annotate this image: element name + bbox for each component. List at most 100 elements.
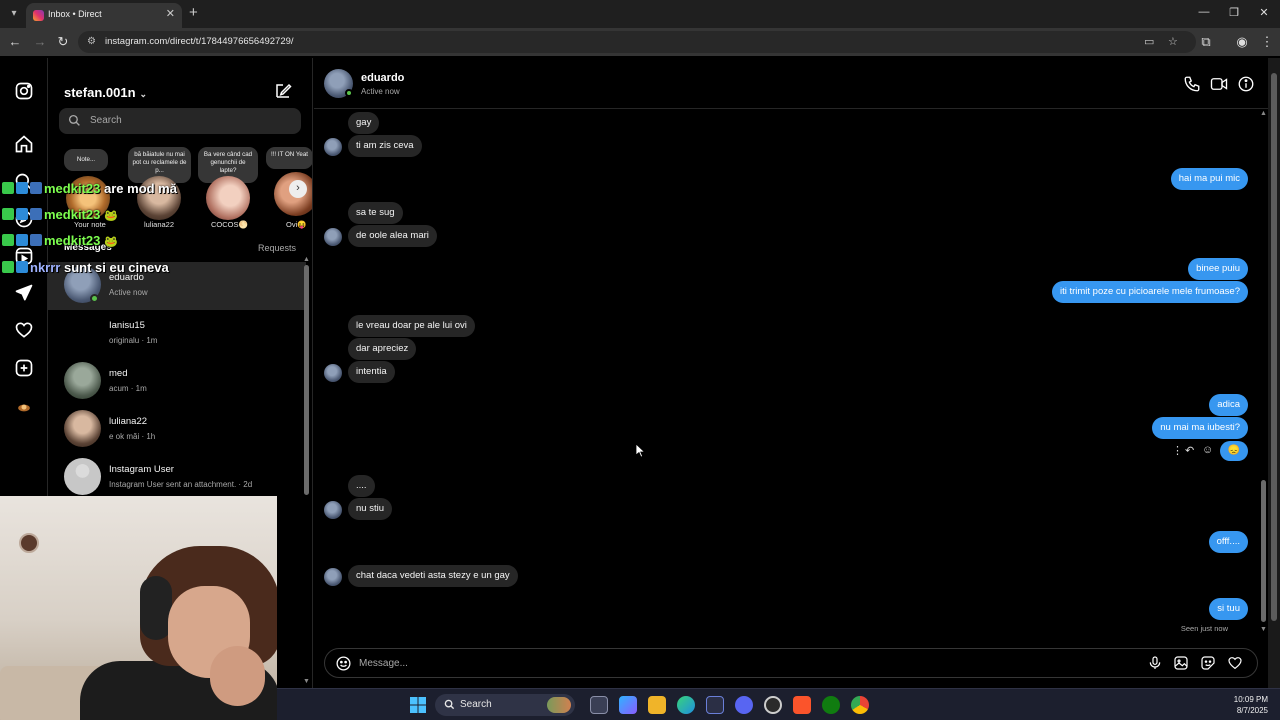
taskbar-search[interactable]: Search: [435, 694, 575, 716]
taskbar-clock[interactable]: 10:09 PM 8/7/2025: [1234, 694, 1268, 716]
tab-close-icon[interactable]: ✕: [166, 7, 175, 20]
minimize-button[interactable]: —: [1194, 6, 1214, 18]
steam-icon[interactable]: [764, 696, 782, 714]
reply-icon[interactable]: ↶: [1185, 444, 1194, 457]
scroll-up-arrow[interactable]: ▲: [303, 256, 310, 263]
plus-icon[interactable]: [14, 358, 34, 378]
message-incoming[interactable]: ti am zis ceva: [348, 135, 422, 157]
conversation-item-ianisu15[interactable]: Ianisu15 originalu · 1m: [48, 310, 306, 358]
badge-icon: [30, 208, 42, 220]
note-bubble-own[interactable]: Note...: [64, 149, 108, 171]
copilot-icon[interactable]: [619, 696, 637, 714]
message-incoming[interactable]: nu stiu: [348, 498, 392, 520]
back-icon[interactable]: ←: [7, 34, 23, 50]
close-window-button[interactable]: ✕: [1254, 6, 1274, 19]
scroll-down-arrow[interactable]: ▼: [303, 678, 310, 685]
task-view-icon[interactable]: [590, 696, 608, 714]
compose-icon[interactable]: [274, 82, 292, 100]
extensions-icon[interactable]: ⧉: [1198, 34, 1214, 50]
file-explorer-icon[interactable]: [648, 696, 666, 714]
store-icon[interactable]: [706, 696, 724, 714]
windows-start-icon[interactable]: [410, 697, 426, 713]
conversation-item-instagram-user[interactable]: Instagram User Instagram User sent an at…: [48, 454, 306, 502]
search-input[interactable]: Search: [59, 108, 301, 134]
chrome-icon[interactable]: [851, 696, 869, 714]
profile-avatar-icon[interactable]: [14, 398, 34, 418]
message-composer[interactable]: Message...: [324, 648, 1258, 678]
message-emoji-reaction[interactable]: 😞: [1220, 441, 1248, 461]
forward-icon[interactable]: →: [32, 34, 48, 50]
message-outgoing[interactable]: adica: [1209, 394, 1248, 416]
taskbar-search-label: Search: [460, 699, 492, 710]
overlay-username: medkit23: [44, 181, 101, 196]
message-incoming[interactable]: de oole alea mari: [348, 225, 437, 247]
sidebar-scrollbar[interactable]: [304, 265, 309, 495]
chat-scrollbar[interactable]: [1261, 480, 1266, 622]
message-outgoing[interactable]: binee puiu: [1188, 258, 1248, 280]
edge-icon[interactable]: [677, 696, 695, 714]
browser-menu-icon[interactable]: ⋮: [1259, 34, 1275, 50]
note-bubble-ovi[interactable]: !!! IT ON Yeat: [266, 147, 312, 169]
chevron-right-icon[interactable]: ›: [289, 180, 307, 198]
phone-icon[interactable]: [1183, 75, 1201, 93]
instagram-icon[interactable]: [14, 81, 34, 101]
message-input[interactable]: Message...: [359, 658, 408, 669]
conversation-preview: acum · 1m: [109, 384, 147, 393]
message-outgoing[interactable]: hai ma pui mic: [1170, 168, 1248, 190]
message-incoming[interactable]: ....: [348, 475, 375, 497]
discord-icon[interactable]: [735, 696, 753, 714]
message-incoming[interactable]: chat daca vedeti asta stezy e un gay: [348, 565, 518, 587]
home-icon[interactable]: [14, 134, 34, 154]
conversation-item-luliana22[interactable]: luliana22 e ok măi · 1h: [48, 406, 306, 454]
overlay-message: are mod mă: [104, 181, 177, 196]
site-info-icon[interactable]: ⚙: [87, 36, 99, 48]
restore-button[interactable]: ❐: [1224, 6, 1244, 19]
conversation-item-med[interactable]: med acum · 1m: [48, 358, 306, 406]
message-outgoing[interactable]: si tuu: [1209, 598, 1248, 620]
requests-link[interactable]: Requests: [258, 243, 296, 253]
conversation-name: Instagram User: [109, 464, 174, 475]
like-heart-icon[interactable]: [1227, 655, 1243, 671]
note-avatar-cocos[interactable]: [206, 176, 250, 220]
message-outgoing[interactable]: offf....: [1208, 531, 1248, 553]
message-outgoing[interactable]: nu mai ma iubesti?: [1152, 417, 1248, 439]
overlay-chat-line: medkit23 are mod mă: [2, 181, 177, 196]
cast-icon[interactable]: ▭: [1144, 35, 1154, 48]
avatar: [64, 314, 101, 351]
video-icon[interactable]: [1210, 75, 1228, 93]
react-icon[interactable]: ☺: [1202, 444, 1213, 456]
image-icon[interactable]: [1173, 655, 1189, 671]
message-outgoing[interactable]: iti trimit poze cu picioarele mele frumo…: [1051, 281, 1248, 303]
sticker-icon[interactable]: [1200, 655, 1216, 671]
message-incoming[interactable]: intentia: [348, 361, 395, 383]
info-icon[interactable]: [1237, 75, 1255, 93]
reload-icon[interactable]: ↻: [55, 34, 71, 50]
conversation-preview: originalu · 1m: [109, 336, 158, 345]
microphone-icon[interactable]: [1147, 655, 1163, 671]
profile-icon[interactable]: ◉: [1234, 34, 1250, 50]
xbox-icon[interactable]: [822, 696, 840, 714]
emoji-icon[interactable]: [335, 655, 352, 672]
badge-icon: [2, 234, 14, 246]
account-switcher[interactable]: stefan.001n ⌄: [64, 85, 147, 100]
message-incoming[interactable]: le vreau doar pe ale lui ovi: [348, 315, 475, 337]
message-incoming[interactable]: dar apreciez: [348, 338, 417, 360]
direct-icon[interactable]: [14, 283, 34, 303]
message-incoming[interactable]: gay: [348, 112, 380, 134]
more-options-icon[interactable]: ⋮: [1172, 444, 1183, 457]
badge-icon: [2, 182, 14, 194]
bookmark-star-icon[interactable]: ☆: [1168, 35, 1178, 48]
address-bar[interactable]: ⚙ instagram.com/direct/t/178449766564927…: [78, 31, 1196, 53]
heart-icon[interactable]: [14, 320, 34, 340]
page-scrollbar-thumb[interactable]: [1271, 73, 1277, 621]
scroll-up-arrow[interactable]: ▲: [1260, 110, 1267, 117]
contact-name[interactable]: eduardo: [361, 72, 404, 84]
badge-icon: [16, 234, 28, 246]
message-incoming[interactable]: sa te sug: [348, 202, 403, 224]
badge-icon: [16, 208, 28, 220]
brave-icon[interactable]: [793, 696, 811, 714]
new-tab-button[interactable]: +: [189, 5, 198, 21]
scroll-down-arrow[interactable]: ▼: [1260, 626, 1267, 633]
tab-search-dropdown[interactable]: ▾: [6, 6, 22, 22]
browser-tab-inbox[interactable]: Inbox • Direct ✕: [26, 3, 182, 28]
